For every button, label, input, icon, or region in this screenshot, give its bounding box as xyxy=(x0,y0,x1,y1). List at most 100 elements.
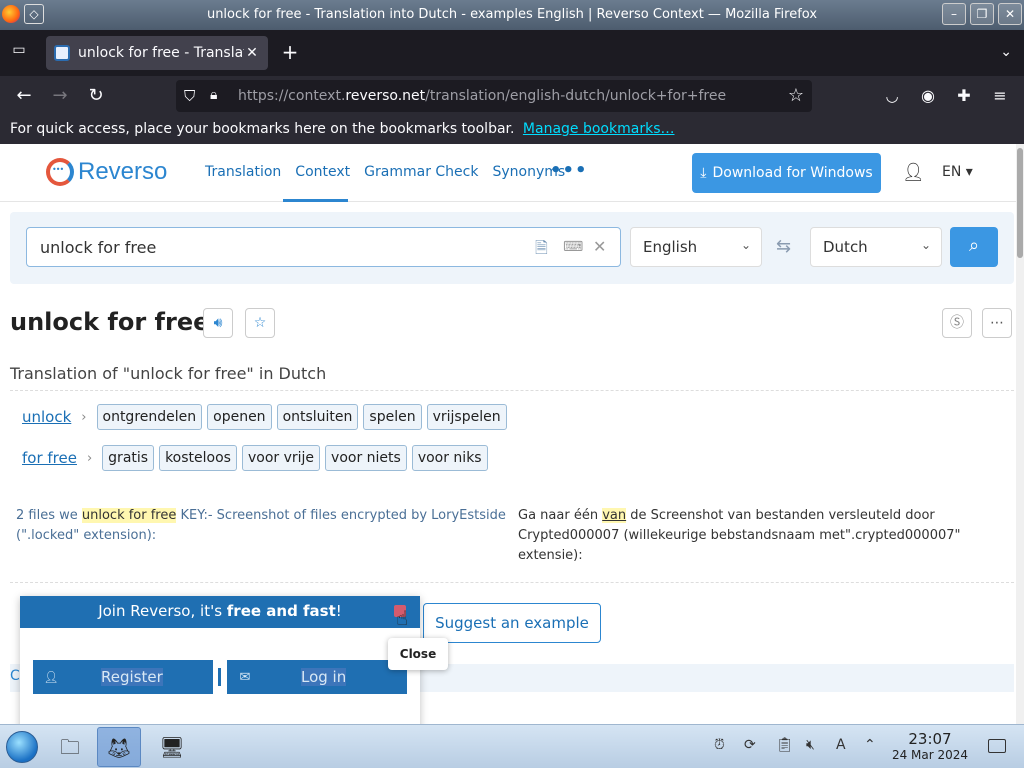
tab-close-button[interactable]: ✕ xyxy=(244,45,260,61)
clock-time: 23:07 xyxy=(908,730,952,748)
clock-date: 24 Mar 2024 xyxy=(891,748,969,762)
active-tab-underline xyxy=(283,199,348,202)
more-nav-icon[interactable]: ••• xyxy=(550,160,588,181)
language-selector[interactable]: EN ▾ xyxy=(942,164,973,180)
start-button[interactable] xyxy=(6,731,38,763)
search-panel: unlock for free 🗎 ⌨ ✕ English ⌄ ⇆ Dutch … xyxy=(10,212,1014,284)
nav-translation[interactable]: Translation xyxy=(205,164,281,180)
system-monitor-icon[interactable]: 🖥︎ xyxy=(150,727,194,767)
more-options-icon[interactable]: ⋯ xyxy=(982,308,1012,338)
reverso-logo[interactable]: Reverso xyxy=(46,158,167,186)
close-tooltip: Close xyxy=(388,638,448,670)
tab-strip: ▭ unlock for free - Translati ✕ + ⌄ xyxy=(0,30,1024,76)
maximize-button[interactable]: ❐ xyxy=(970,3,994,25)
back-button[interactable]: ← xyxy=(12,84,36,108)
example-highlight: unlock for free xyxy=(81,508,177,523)
manage-bookmarks-link[interactable]: Manage bookmarks… xyxy=(523,121,675,137)
example-source: 2 files we unlock for free KEY:- Screens… xyxy=(16,508,506,543)
search-query[interactable]: unlock for free xyxy=(40,238,156,257)
translation-chip[interactable]: voor niets xyxy=(325,445,407,471)
new-tab-button[interactable]: + xyxy=(280,42,300,62)
logo-text: Reverso xyxy=(78,158,168,185)
document-icon[interactable]: 🗎 xyxy=(535,237,548,264)
tab-reverso[interactable]: unlock for free - Translati ✕ xyxy=(46,36,268,70)
translation-chip[interactable]: vrijspelen xyxy=(426,404,507,430)
alarm-icon[interactable]: ⏰︎ xyxy=(714,737,725,753)
source-language-select[interactable]: English ⌄ xyxy=(630,227,762,267)
forward-button[interactable]: → xyxy=(48,84,72,108)
firefox-taskbar-icon[interactable]: 🦊︎ xyxy=(97,727,141,767)
translation-chip[interactable]: ontgrendelen xyxy=(96,404,203,430)
taskbar: 🗀 🦊︎ 🖥︎ ⏰︎ ⟳ 📋︎ 🔇︎ A ⌃ 23:07 24 Mar 2024 xyxy=(0,724,1024,768)
login-button[interactable]: ✉ Log in xyxy=(227,660,407,694)
source-term-link[interactable]: unlock xyxy=(22,408,71,426)
minimize-button[interactable]: – xyxy=(942,3,966,25)
suggest-example-button[interactable]: Suggest an example xyxy=(423,603,601,643)
window-titlebar: ◇ unlock for free - Translation into Dut… xyxy=(0,0,1024,30)
file-manager-icon[interactable]: 🗀 xyxy=(48,727,92,767)
tracking-shield-icon[interactable]: ⛉ xyxy=(184,87,195,105)
clear-icon[interactable]: ✕ xyxy=(593,237,606,256)
show-desktop-button[interactable] xyxy=(988,739,1006,753)
update-icon[interactable]: ⟳ xyxy=(744,737,756,753)
extensions-icon[interactable]: ✚ xyxy=(952,84,976,108)
translation-chip[interactable]: gratis xyxy=(102,445,155,471)
swap-languages-icon[interactable]: ⇆ xyxy=(776,236,791,257)
tab-list-icon[interactable]: ▭ xyxy=(8,42,30,64)
pocket-icon[interactable]: ◡ xyxy=(880,84,904,108)
nav-grammar-check[interactable]: Grammar Check xyxy=(364,164,478,180)
chevron-down-icon[interactable]: ⌄ xyxy=(1000,44,1012,60)
translation-chip[interactable]: spelen xyxy=(363,404,422,430)
reverso-favicon-icon xyxy=(54,45,70,61)
translation-chip[interactable]: openen xyxy=(207,404,272,430)
download-icon: ⤓ xyxy=(700,165,707,181)
keyboard-icon[interactable]: ⌨ xyxy=(563,239,583,255)
source-term-link[interactable]: for free xyxy=(22,449,77,467)
download-windows-button[interactable]: ⤓ Download for Windows xyxy=(692,153,881,193)
divider xyxy=(10,582,1014,583)
nav-context[interactable]: Context xyxy=(295,164,350,180)
clock[interactable]: 23:07 24 Mar 2024 xyxy=(890,730,970,762)
main-nav: Translation Context Grammar Check Synony… xyxy=(205,164,579,180)
target-language-select[interactable]: Dutch ⌄ xyxy=(810,227,942,267)
close-window-button[interactable]: ✕ xyxy=(998,3,1022,25)
reload-button[interactable]: ↻ xyxy=(84,84,108,108)
user-icon[interactable]: 👤︎ xyxy=(902,162,925,183)
reverso-logo-icon xyxy=(46,158,74,186)
translation-chip[interactable]: voor niks xyxy=(411,445,488,471)
account-icon[interactable]: ◉ xyxy=(916,84,940,108)
translation-chip[interactable]: ontsluiten xyxy=(276,404,359,430)
search-input[interactable]: unlock for free 🗎 ⌨ ✕ xyxy=(26,227,621,267)
volume-muted-icon[interactable]: 🔇︎ xyxy=(806,737,815,753)
url-bar[interactable]: ⛉ 🔒︎ https://context.reverso.net/transla… xyxy=(176,80,812,112)
join-popup: Join Reverso, it's free and fast! 👤︎ Reg… xyxy=(20,596,420,736)
page-scrollbar[interactable] xyxy=(1016,144,1024,724)
translation-chip[interactable]: voor vrije xyxy=(241,445,321,471)
bookmark-star-icon[interactable]: ☆ xyxy=(788,85,804,106)
speaker-icon[interactable]: 🔊︎ xyxy=(203,308,233,338)
window-title: unlock for free - Translation into Dutch… xyxy=(206,7,818,22)
navigation-toolbar: ← → ↻ ⛉ 🔒︎ https://context.reverso.net/t… xyxy=(0,76,1024,116)
chevron-up-icon[interactable]: ⌃ xyxy=(864,737,876,753)
mail-icon: ✉ xyxy=(239,669,251,685)
user-icon: 👤︎ xyxy=(43,670,59,684)
popup-header: Join Reverso, it's free and fast! xyxy=(20,596,420,628)
chevron-right-icon: › xyxy=(81,409,87,425)
skype-icon[interactable]: Ⓢ xyxy=(942,308,972,338)
translation-chip[interactable]: kosteloos xyxy=(159,445,237,471)
translation-row-unlock: unlock › ontgrendelen openen ontsluiten … xyxy=(22,404,512,430)
lock-icon[interactable]: 🔒︎ xyxy=(210,87,217,103)
clipboard-icon[interactable]: 📋︎ xyxy=(776,737,794,753)
separator xyxy=(218,668,221,686)
example-highlight: van xyxy=(602,508,627,523)
search-button[interactable]: ⌕ xyxy=(950,227,998,267)
site-header: Reverso Translation Context Grammar Chec… xyxy=(0,144,1016,202)
url-text[interactable]: https://context.reverso.net/translation/… xyxy=(238,88,726,104)
register-button[interactable]: 👤︎ Register xyxy=(33,660,213,694)
chevron-down-icon: ⌄ xyxy=(920,238,931,252)
menu-icon[interactable]: ≡ xyxy=(988,84,1012,108)
favorite-star-icon[interactable]: ☆ xyxy=(245,308,275,338)
translation-subtitle: Translation of "unlock for free" in Dutc… xyxy=(10,364,327,383)
scrollbar-thumb[interactable] xyxy=(1017,148,1023,258)
keyboard-layout-icon[interactable]: A xyxy=(836,737,846,753)
